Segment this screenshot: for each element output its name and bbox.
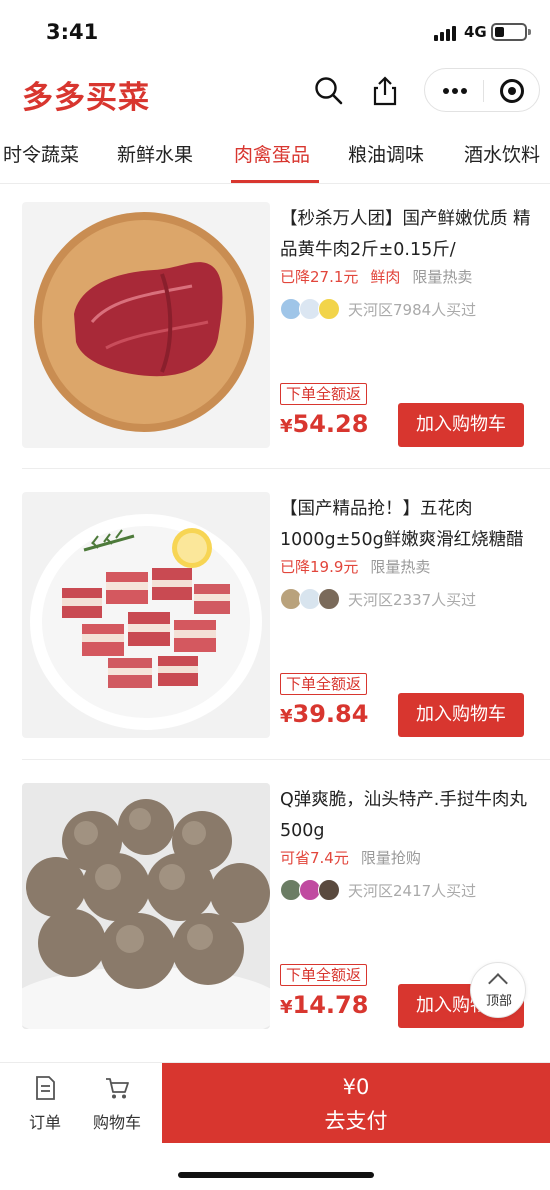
avatar xyxy=(318,298,340,320)
target-icon[interactable] xyxy=(500,79,524,103)
buyers-info: 天河区2417人买过 xyxy=(280,879,540,901)
currency-symbol: ¥ xyxy=(280,416,293,437)
buyers-count: 天河区7984人买过 xyxy=(348,301,477,319)
fresh-tag: 鲜肉 xyxy=(370,268,401,286)
status-time: 3:41 xyxy=(46,20,99,44)
discount-tag: 已降19.9元 xyxy=(280,558,359,576)
product-price: ¥54.28 xyxy=(280,410,368,438)
cashback-badge: 下单全额返 xyxy=(280,383,368,405)
product-title[interactable]: 【秒杀万人团】国产鲜嫩优质 精品黄牛肉2斤±0.15斤/ xyxy=(280,204,536,268)
tab-seasonal-vegetables[interactable]: 时令蔬菜 xyxy=(3,140,79,167)
buyers-count: 天河区2417人买过 xyxy=(348,882,477,900)
tab-grain-oil-seasoning[interactable]: 粮油调味 xyxy=(348,140,424,167)
back-to-top-label: 顶部 xyxy=(485,994,512,1009)
buyer-avatars xyxy=(280,588,344,610)
category-tabs: 时令蔬菜 新鲜水果 肉禽蛋品 粮油调味 酒水饮料 xyxy=(0,126,550,184)
product-card[interactable]: 【国产精品抢！】五花肉1000g±50g鲜嫩爽滑红烧糖醋 已降19.9元 限量热卖… xyxy=(0,492,550,782)
discount-tag: 已降27.1元 xyxy=(280,268,359,286)
cart-icon xyxy=(104,1075,130,1101)
battery-icon xyxy=(491,23,531,41)
home-indicator xyxy=(178,1172,374,1178)
cashback-badge: 下单全额返 xyxy=(280,673,368,695)
status-bar: 3:41 4G xyxy=(0,0,550,62)
search-icon[interactable] xyxy=(312,74,346,108)
product-tags: 已降27.1元 鲜肉 限量热卖 xyxy=(280,266,484,287)
add-to-cart-button[interactable]: 加入购物车 xyxy=(398,403,524,447)
back-to-top-button[interactable]: 顶部 xyxy=(470,962,526,1018)
limited-tag: 限量热卖 xyxy=(370,558,431,576)
network-type: 4G xyxy=(464,23,487,41)
product-image-beef[interactable] xyxy=(22,202,270,448)
brand-logo: 多多买菜 xyxy=(22,80,150,116)
product-image-pork-belly[interactable] xyxy=(22,492,270,738)
product-title[interactable]: 【国产精品抢！】五花肉1000g±50g鲜嫩爽滑红烧糖醋 xyxy=(280,494,536,558)
divider xyxy=(22,468,550,469)
share-icon[interactable] xyxy=(368,74,402,108)
bottom-bar: 订单 购物车 ¥0 去支付 xyxy=(0,1062,550,1143)
buyer-avatars xyxy=(280,879,344,901)
discount-tag: 可省7.4元 xyxy=(280,849,349,867)
product-card[interactable]: 【秒杀万人团】国产鲜嫩优质 精品黄牛肉2斤±0.15斤/ 已降27.1元 鲜肉 限量… xyxy=(0,202,550,492)
product-title[interactable]: Q弹爽脆，汕头特产.手挝牛肉丸500g xyxy=(280,785,536,849)
divider xyxy=(22,759,550,760)
buyers-info: 天河区7984人买过 xyxy=(280,298,540,320)
buyer-avatars xyxy=(280,298,344,320)
signal-icon xyxy=(434,25,460,41)
product-price: ¥39.84 xyxy=(280,700,368,728)
tab-fresh-fruit[interactable]: 新鲜水果 xyxy=(117,140,193,167)
product-image-beef-balls[interactable] xyxy=(22,783,270,1029)
buyers-count: 天河区2337人买过 xyxy=(348,591,477,609)
add-to-cart-button[interactable]: 加入购物车 xyxy=(398,693,524,737)
active-tab-indicator xyxy=(231,180,319,183)
price-amount: 54.28 xyxy=(292,410,369,438)
total-amount: ¥0 xyxy=(342,1075,370,1099)
price-amount: 39.84 xyxy=(292,700,369,728)
avatar xyxy=(318,879,340,901)
tab-meat-poultry-eggs[interactable]: 肉禽蛋品 xyxy=(234,140,310,167)
limited-tag: 限量抢购 xyxy=(360,849,421,867)
cart-label: 购物车 xyxy=(92,1113,141,1132)
cashback-badge: 下单全额返 xyxy=(280,964,368,986)
price-amount: 14.78 xyxy=(292,991,369,1019)
cart-button[interactable]: 购物车 xyxy=(82,1075,152,1133)
product-tags: 可省7.4元 限量抢购 xyxy=(280,847,433,868)
order-icon xyxy=(32,1075,58,1101)
product-card[interactable]: Q弹爽脆，汕头特产.手挝牛肉丸500g 可省7.4元 限量抢购 天河区2417人买… xyxy=(0,783,550,1073)
orders-button[interactable]: 订单 xyxy=(10,1075,80,1133)
product-price: ¥14.78 xyxy=(280,991,368,1019)
app-header: 多多买菜 xyxy=(0,62,550,122)
avatar xyxy=(318,588,340,610)
product-tags: 已降19.9元 限量热卖 xyxy=(280,556,442,577)
limited-tag: 限量热卖 xyxy=(412,268,473,286)
orders-label: 订单 xyxy=(28,1113,61,1132)
currency-symbol: ¥ xyxy=(280,997,293,1018)
tab-drinks[interactable]: 酒水饮料 xyxy=(464,140,540,167)
mini-program-capsule xyxy=(424,68,540,112)
more-dots-icon[interactable] xyxy=(443,88,467,94)
currency-symbol: ¥ xyxy=(280,706,293,727)
buyers-info: 天河区2337人买过 xyxy=(280,588,540,610)
checkout-label: 去支付 xyxy=(324,1109,388,1133)
checkout-button[interactable]: ¥0 去支付 xyxy=(162,1063,550,1143)
